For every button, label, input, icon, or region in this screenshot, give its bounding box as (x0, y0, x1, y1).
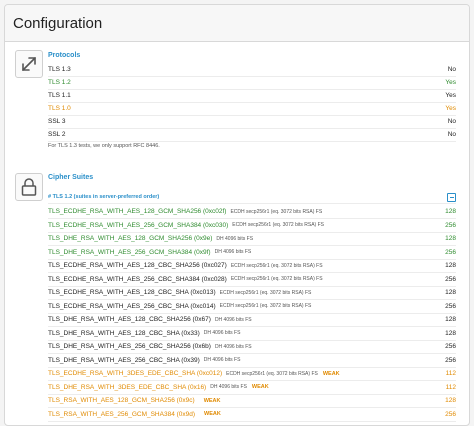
row-meta: ECDH secp256r1 (eq. 3072 bits RSA) FS (219, 303, 312, 309)
row-meta: ECDH secp256r1 (eq. 3072 bits RSA) FS (230, 262, 323, 269)
row-name: TLS 1.0 (48, 105, 71, 112)
table-row: TLS 1.2 Yes (48, 76, 456, 90)
row-name: TLS_DHE_RSA_WITH_AES_256_GCM_SHA384 (0x9… (48, 248, 211, 256)
row-value: 112 (445, 383, 456, 391)
row-value: 128 (445, 235, 456, 242)
row-name: TLS 1.1 (48, 92, 71, 99)
table-row: SSL 2 No (48, 128, 456, 142)
row-meta: DH 4096 bits FS (214, 343, 252, 350)
row-name: TLS_ECDHE_RSA_WITH_AES_256_GCM_SHA384 (0… (48, 221, 229, 229)
tls12-subheader-label: # TLS 1.2 (suites in server-preferred or… (48, 194, 160, 200)
row-meta: DH 4096 bits FS (210, 384, 247, 390)
row-meta: DH 4096 bits FS (216, 235, 254, 242)
row-value: 128 (445, 289, 456, 296)
row-name: TLS_DHE_RSA_WITH_AES_256_CBC_SHA256 (0x6… (48, 343, 211, 350)
row-name: TLS_ECDHE_RSA_WITH_AES_128_CBC_SHA (0xc0… (48, 289, 216, 296)
table-row: TLS_ECDHE_RSA_WITH_AES_128_CBC_SHA256 (0… (48, 259, 456, 273)
table-row: TLS_ECDHE_RSA_WITH_AES_256_CBC_SHA384 (0… (48, 273, 456, 287)
table-row: TLS_ECDHE_RSA_WITH_AES_128_GCM_SHA256 (0… (48, 205, 456, 219)
weak-badge: WEAK (204, 411, 221, 417)
configuration-panel: Configuration Protocols TLS 1.3 No TLS 1.2… (4, 4, 470, 426)
row-name: TLS_RSA_WITH_AES_256_GCM_SHA384 (0x9d) (48, 410, 196, 418)
row-value: No (447, 131, 456, 138)
table-row: TLS_ECDHE_RSA_WITH_3DES_EDE_CBC_SHA (0xc… (48, 367, 456, 381)
weak-badge: WEAK (322, 370, 340, 377)
row-value: 128 (445, 316, 456, 323)
arrows-expand-icon (15, 50, 43, 78)
row-value: 256 (445, 221, 456, 229)
row-value: 256 (445, 410, 456, 418)
table-row: TLS_DHE_RSA_WITH_AES_256_CBC_SHA256 (0x6… (48, 340, 456, 354)
padlock-icon (15, 173, 43, 201)
row-value: 128 (445, 329, 456, 337)
table-row: TLS_ECDHE_RSA_WITH_AES_256_GCM_SHA384 (0… (48, 219, 456, 233)
weak-badge: WEAK (251, 384, 269, 390)
table-row: TLS 1.0 Yes (48, 102, 456, 116)
row-value: No (447, 66, 456, 73)
row-name: TLS_ECDHE_RSA_WITH_AES_128_CBC_SHA256 (0… (48, 262, 227, 269)
row-meta: ECDH secp256r1 (eq. 3072 bits RSA) FS (226, 370, 318, 377)
table-row: TLS 1.3 No (48, 63, 456, 77)
row-value: 128 (445, 262, 456, 269)
table-row: TLS_DHE_RSA_WITH_AES_128_CBC_SHA (0x33) D… (48, 327, 456, 341)
table-row: TLS_DHE_RSA_WITH_AES_256_CBC_SHA (0x39) D… (48, 354, 456, 368)
row-name: TLS_DHE_RSA_WITH_AES_256_CBC_SHA (0x39) (48, 356, 200, 364)
tls12-subheader[interactable]: # TLS 1.2 (suites in server-preferred or… (48, 191, 456, 204)
row-value: 112 (445, 370, 456, 377)
row-meta: ECDH secp256r1 (eq. 3072 bits RSA) FS (219, 289, 312, 296)
row-value: Yes (445, 92, 456, 99)
row-meta: DH 4096 bits FS (203, 357, 241, 363)
row-name: TLS_ECDHE_RSA_WITH_AES_128_GCM_SHA256 (0… (48, 208, 227, 215)
table-row: TLS_DHE_RSA_WITH_AES_256_GCM_SHA384 (0x9… (48, 246, 456, 260)
protocols-title: Protocols (48, 52, 81, 59)
row-meta: ECDH secp256r1 (eq. 3072 bits RSA) FS (230, 276, 323, 282)
table-row: TLS_RSA_WITH_AES_128_GCM_SHA256 (0x9c) WE… (48, 394, 456, 408)
row-meta: DH 4096 bits FS (214, 249, 252, 255)
row-name: TLS_DHE_RSA_WITH_AES_128_CBC_SHA (0x33) (48, 329, 200, 337)
panel-header: Configuration (5, 5, 469, 42)
row-value: 256 (445, 343, 456, 350)
row-name: TLS_ECDHE_RSA_WITH_AES_256_CBC_SHA384 (0… (48, 275, 227, 283)
row-name: TLS_DHE_RSA_WITH_3DES_EDE_CBC_SHA (0x16) (48, 383, 207, 391)
cipher-suites-title: Cipher Suites (48, 174, 94, 181)
row-meta: ECDH secp256r1 (eq. 3072 bits RSA) FS (232, 222, 324, 228)
table-row: TLS_ECDHE_RSA_WITH_AES_128_CBC_SHA (0xc0… (48, 286, 456, 300)
row-value: Yes (445, 79, 456, 86)
row-value: No (447, 118, 456, 125)
row-meta: DH 4096 bits FS (203, 330, 241, 336)
row-meta: ECDH secp256r1 (eq. 3072 bits RSA) FS (230, 208, 323, 215)
collapse-icon[interactable] (447, 192, 456, 202)
table-row: TLS_ECDHE_RSA_WITH_AES_256_CBC_SHA (0xc0… (48, 300, 456, 314)
row-name: TLS_ECDHE_RSA_WITH_AES_256_CBC_SHA (0xc0… (48, 302, 216, 310)
row-name: SSL 3 (48, 118, 66, 125)
row-value: Yes (445, 105, 456, 112)
row-name: TLS_RSA_WITH_AES_128_GCM_SHA256 (0x9c) (48, 397, 195, 404)
page-title: Configuration (13, 14, 103, 32)
row-value: 128 (445, 397, 456, 404)
row-value: 256 (445, 275, 456, 283)
row-name: TLS_DHE_RSA_WITH_AES_128_CBC_SHA256 (0x6… (48, 316, 211, 323)
row-value: 256 (445, 356, 456, 364)
row-name: TLS_ECDHE_RSA_WITH_3DES_EDE_CBC_SHA (0xc… (48, 370, 223, 377)
row-name: TLS 1.2 (48, 79, 71, 86)
table-row: TLS_DHE_RSA_WITH_AES_128_CBC_SHA256 (0x6… (48, 313, 456, 327)
row-meta: DH 4096 bits FS (214, 316, 252, 323)
row-name: TLS_DHE_RSA_WITH_AES_128_GCM_SHA256 (0x9… (48, 235, 213, 242)
row-value: 256 (445, 302, 456, 310)
row-name: TLS 1.3 (48, 66, 71, 73)
table-row: TLS 1.1 Yes (48, 89, 456, 103)
row-value: 256 (445, 248, 456, 256)
table-row: TLS_DHE_RSA_WITH_AES_128_GCM_SHA256 (0x9… (48, 232, 456, 246)
row-name: SSL 2 (48, 131, 66, 138)
weak-badge: WEAK (203, 397, 221, 404)
table-row: TLS_DHE_RSA_WITH_3DES_EDE_CBC_SHA (0x16)… (48, 381, 456, 395)
table-row: SSL 3 No (48, 115, 456, 129)
row-value: 128 (445, 208, 456, 215)
protocols-note: For TLS 1.3 tests, we only support RFC 8… (48, 143, 160, 149)
